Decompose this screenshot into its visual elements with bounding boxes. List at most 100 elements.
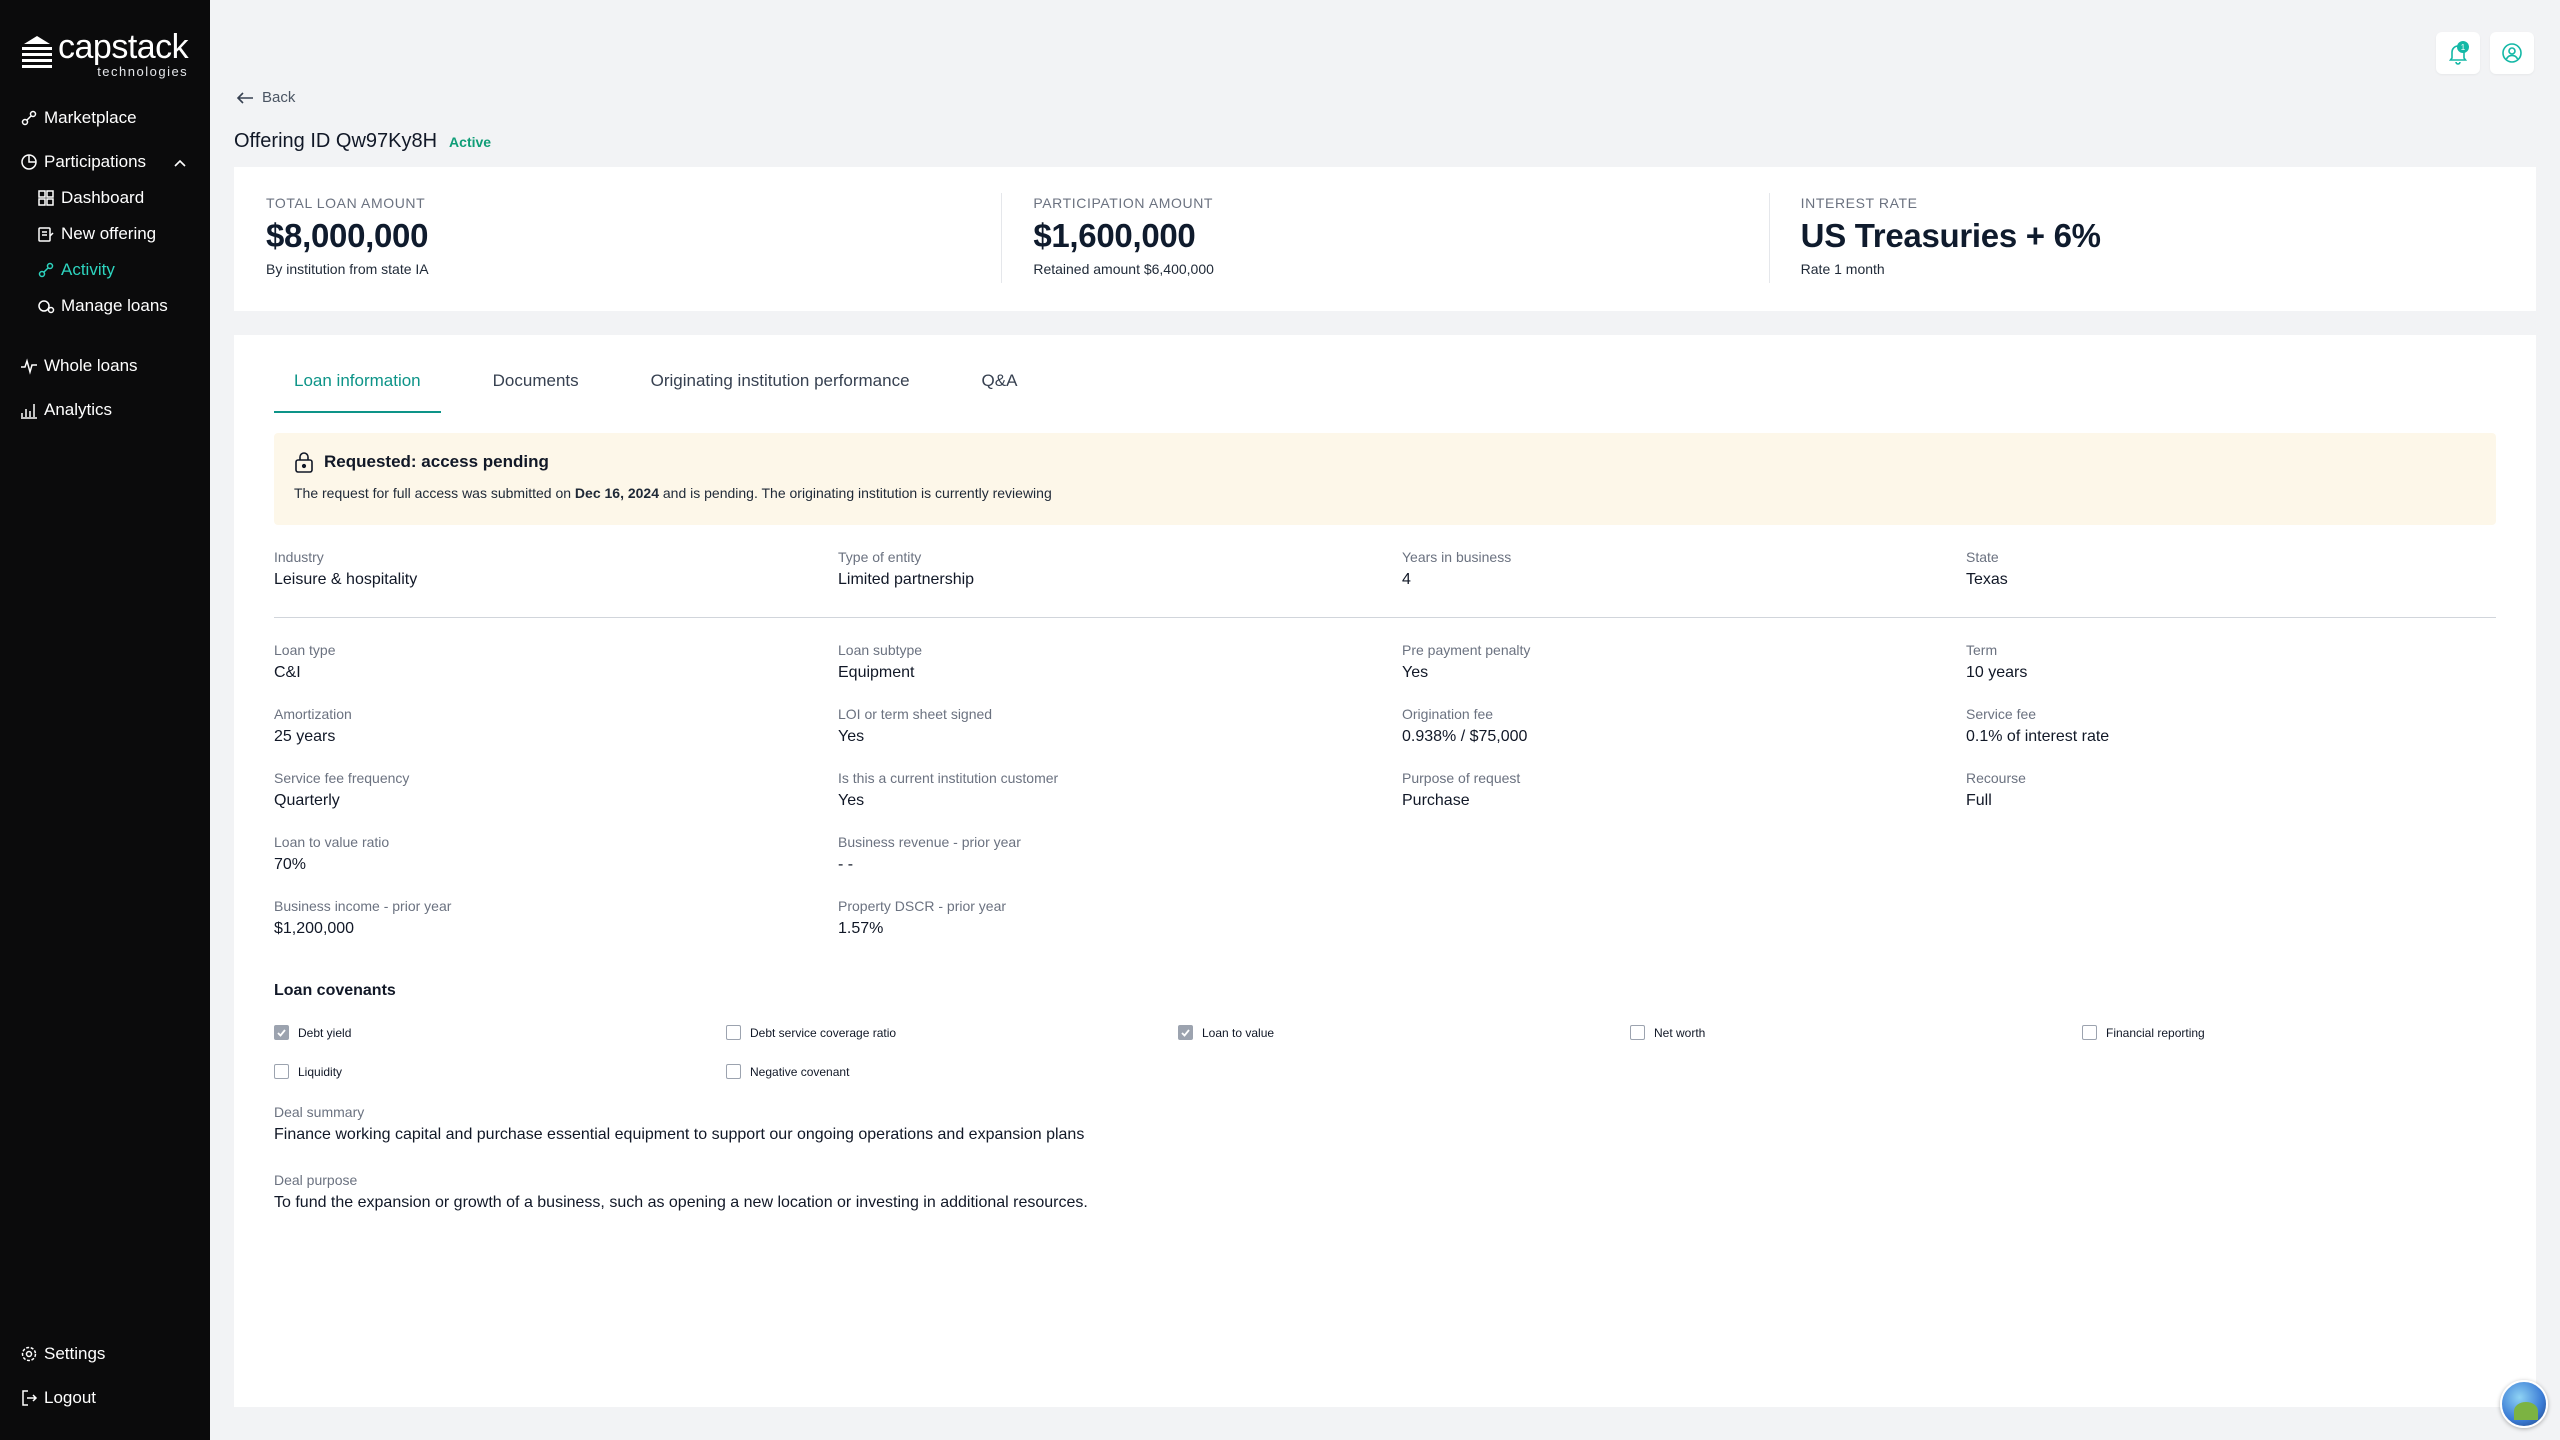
sidebar-item-label: Settings	[44, 1344, 106, 1363]
field-value: Equipment	[838, 664, 915, 681]
check-icon	[277, 1029, 286, 1037]
checkbox[interactable]	[726, 1064, 741, 1079]
alert-date: Dec 16, 2024	[574, 485, 659, 501]
field-value: Leisure & hospitality	[274, 571, 418, 588]
checkbox-checked[interactable]	[274, 1025, 289, 1040]
field-value: 1.57%	[838, 920, 884, 937]
alert-text-after: and is pending. The originating institut…	[659, 485, 1052, 501]
status-badge: Active	[449, 133, 492, 150]
field-value: Yes	[838, 728, 865, 745]
field-label: Term	[1966, 642, 1998, 658]
field-value: - -	[838, 856, 854, 873]
field-value: Texas	[1966, 571, 2008, 588]
sidebar-item-label: New offering	[61, 224, 157, 243]
loan-fields: Loan type C&I Loan subtype Equipment Pre p…	[274, 642, 2496, 938]
profile-button[interactable]	[2490, 32, 2534, 74]
checkbox[interactable]	[2082, 1025, 2097, 1040]
tab-qa[interactable]: Q&A	[962, 371, 1038, 413]
sidebar-item-manage-loans[interactable]: Manage loans	[37, 296, 168, 316]
sidebar-item-label: Activity	[61, 260, 115, 279]
field-label: Recourse	[1966, 770, 2026, 786]
stat-participation: Participation amount $1,600,000 Retained…	[1001, 167, 1768, 311]
checkbox[interactable]	[1630, 1025, 1645, 1040]
notifications-button[interactable]: 1	[2436, 32, 2480, 74]
support-avatar[interactable]	[2500, 1380, 2548, 1428]
sidebar: capstack technologies Marketplace Partic…	[0, 0, 210, 1440]
field-label: Industry	[274, 549, 324, 565]
checkbox-checked[interactable]	[1178, 1025, 1193, 1040]
field-label: Amortization	[274, 706, 352, 722]
field-empty	[1966, 834, 2496, 874]
field-loan-to-value: Loan to value ratio 70%	[274, 834, 838, 874]
section-divider	[274, 617, 2496, 618]
alert-text-before: The request for full access was submitte…	[294, 485, 575, 501]
covenant-liquidity[interactable]: Liquidity	[274, 1064, 726, 1079]
sidebar-item-analytics[interactable]: Analytics	[20, 400, 112, 420]
field-value: Full	[1966, 792, 1992, 809]
stat-total-loan: Total loan amount $8,000,000 By institut…	[234, 167, 1001, 311]
sidebar-item-new-offering[interactable]: New offering	[37, 224, 156, 244]
sidebar-item-logout[interactable]: Logout	[20, 1388, 96, 1408]
field-label: Purpose of request	[1402, 770, 1521, 786]
sidebar-item-label: Logout	[44, 1388, 96, 1407]
covenant-negative-covenant[interactable]: Negative covenant	[726, 1064, 1178, 1079]
field-label: Loan to value ratio	[274, 834, 390, 850]
checkbox[interactable]	[274, 1064, 289, 1079]
sidebar-item-whole-loans[interactable]: Whole loans	[20, 356, 138, 376]
back-link[interactable]: Back	[236, 89, 295, 106]
tab-documents[interactable]: Documents	[473, 371, 599, 413]
field-service-fee-frequency: Service fee frequency Quarterly	[274, 770, 838, 810]
field-value: Finance working capital and purchase ess…	[274, 1126, 1085, 1143]
avatar-graphic	[2514, 1402, 2538, 1420]
sidebar-item-participations[interactable]: Participations	[20, 152, 146, 172]
field-label: Business revenue - prior year	[838, 834, 1021, 850]
field-loi-signed: LOI or term sheet signed Yes	[838, 706, 1402, 746]
alert-title-row: Requested: access pending	[294, 451, 2476, 473]
sidebar-item-dashboard[interactable]: Dashboard	[37, 188, 144, 208]
covenant-loan-to-value[interactable]: Loan to value	[1178, 1025, 1630, 1040]
tab-loan-information[interactable]: Loan information	[274, 371, 441, 413]
field-prepayment-penalty: Pre payment penalty Yes	[1402, 642, 1966, 682]
tab-bar: Loan information Documents Originating i…	[274, 371, 1069, 413]
field-amortization: Amortization 25 years	[274, 706, 838, 746]
covenant-financial-reporting[interactable]: Financial reporting	[2082, 1025, 2496, 1040]
whole-loans-icon	[21, 358, 37, 375]
lock-icon	[295, 452, 313, 473]
tab-originating-institution-performance[interactable]: Originating institution performance	[631, 371, 930, 413]
sidebar-item-label: Participations	[44, 152, 147, 171]
field-industry: Industry Leisure & hospitality	[274, 549, 838, 589]
company-fields: Industry Leisure & hospitality Type of en…	[274, 549, 2496, 589]
brand-logo[interactable]: capstack technologies	[20, 30, 189, 78]
covenant-debt-yield[interactable]: Debt yield	[274, 1025, 726, 1040]
sidebar-item-activity[interactable]: Activity	[37, 260, 115, 280]
notification-count-badge: 1	[2457, 41, 2469, 53]
sidebar-item-label: Manage loans	[61, 296, 168, 315]
field-label: Service fee	[1966, 706, 2037, 722]
field-state: State Texas	[1966, 549, 2496, 589]
marketplace-icon	[21, 110, 37, 126]
field-value: 25 years	[274, 728, 336, 745]
chevron-up-icon[interactable]	[172, 156, 188, 172]
field-value: Yes	[838, 792, 865, 809]
field-label: Service fee frequency	[274, 770, 410, 786]
covenant-net-worth[interactable]: Net worth	[1630, 1025, 2082, 1040]
stat-sub: Retained amount $6,400,000	[1033, 261, 1214, 277]
stat-sub: Rate 1 month	[1800, 261, 1885, 277]
covenant-debt-service-coverage-ratio[interactable]: Debt service coverage ratio	[726, 1025, 1178, 1040]
loan-covenants-list: Debt yield Debt service coverage ratio L…	[274, 1025, 2496, 1079]
field-label: Is this a current institution customer	[838, 770, 1059, 786]
stat-value: $1,600,000	[1033, 217, 1196, 254]
sidebar-item-marketplace[interactable]: Marketplace	[20, 108, 137, 128]
checkbox[interactable]	[726, 1025, 741, 1040]
field-current-customer: Is this a current institution customer Ye…	[838, 770, 1402, 810]
arrow-left-icon	[236, 91, 253, 104]
field-property-dscr: Property DSCR - prior year 1.57%	[838, 898, 1402, 938]
field-label: Loan subtype	[838, 642, 923, 658]
field-label: Origination fee	[1402, 706, 1494, 722]
check-icon	[1181, 1029, 1190, 1037]
sidebar-item-settings[interactable]: Settings	[20, 1344, 105, 1364]
alert-title: Requested: access pending	[324, 452, 549, 471]
sidebar-item-label: Marketplace	[44, 108, 137, 127]
field-label: Deal purpose	[274, 1172, 358, 1188]
covenant-label: Debt yield	[298, 1025, 352, 1040]
